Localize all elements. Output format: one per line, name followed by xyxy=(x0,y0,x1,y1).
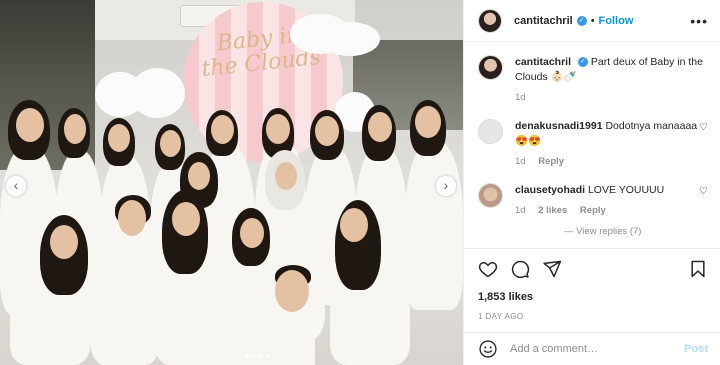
header-username[interactable]: cantitachril xyxy=(514,15,573,27)
post-header: cantitachril ✓ • Follow ••• xyxy=(464,0,720,42)
likes-count[interactable]: 1,853 likes xyxy=(478,291,708,303)
share-icon[interactable] xyxy=(542,259,562,279)
comment-username[interactable]: denakusnadi1991 xyxy=(515,120,603,132)
comments-list[interactable]: cantitachril ✓ Part deux of Baby in the … xyxy=(464,43,720,247)
comment-item: clausetyohadi LOVE YOUUUU 1d 2 likes Rep… xyxy=(478,183,708,218)
heart-icon[interactable]: ♡ xyxy=(699,186,708,197)
avatar[interactable] xyxy=(478,119,503,144)
verified-badge-icon: ✓ xyxy=(576,15,587,26)
carousel-dot-active xyxy=(245,354,249,358)
more-options-icon[interactable]: ••• xyxy=(690,13,708,29)
post-actions: 1,853 likes 1 DAY AGO xyxy=(464,248,720,328)
comment-item: denakusnadi1991 Dodotnya manaaaa😍😍 1d Re… xyxy=(478,119,708,169)
post-comment-button[interactable]: Post xyxy=(684,343,708,355)
group-of-people xyxy=(0,100,463,365)
post-date[interactable]: 1 DAY AGO xyxy=(478,312,708,321)
caption-username[interactable]: cantitachril xyxy=(515,56,571,68)
carousel-dot xyxy=(252,354,256,358)
reply-button[interactable]: Reply xyxy=(538,156,564,167)
heart-icon[interactable]: ♡ xyxy=(699,122,708,133)
comment-text: LOVE YOUUUU xyxy=(587,184,665,196)
comment-input[interactable] xyxy=(510,343,670,355)
avatar[interactable] xyxy=(478,183,503,208)
verified-badge-icon: ✓ xyxy=(577,57,588,68)
follow-button[interactable]: Follow xyxy=(599,15,634,27)
avatar[interactable] xyxy=(478,55,503,80)
comment-username[interactable]: clausetyohadi xyxy=(515,184,585,196)
bookmark-icon[interactable] xyxy=(688,259,708,279)
add-comment-bar: Post xyxy=(464,332,720,365)
post-side-panel: cantitachril ✓ • Follow ••• cantitachril… xyxy=(463,0,720,365)
comment-likes[interactable]: 2 likes xyxy=(538,205,567,216)
heart-icon[interactable] xyxy=(478,259,498,279)
cloud-decoration xyxy=(320,22,380,56)
caption: cantitachril ✓ Part deux of Baby in the … xyxy=(478,55,708,105)
carousel-indicator xyxy=(238,354,270,358)
caption-time[interactable]: 1d xyxy=(515,92,526,103)
reply-button[interactable]: Reply xyxy=(580,205,606,216)
post-photo[interactable]: Baby in the Clouds ‹ › xyxy=(0,0,463,365)
comment-icon[interactable] xyxy=(510,259,530,279)
comment-time[interactable]: 1d xyxy=(515,205,526,216)
chevron-right-icon[interactable]: › xyxy=(436,176,456,196)
carousel-dot xyxy=(266,354,270,358)
emoji-icon[interactable] xyxy=(478,339,498,359)
view-replies-link[interactable]: — View replies (7) xyxy=(478,226,708,237)
header-separator: • xyxy=(590,14,595,27)
avatar[interactable] xyxy=(478,8,502,33)
carousel-dot xyxy=(259,354,263,358)
chevron-left-icon[interactable]: ‹ xyxy=(6,176,26,196)
carousel-dot xyxy=(238,354,242,358)
comment-time[interactable]: 1d xyxy=(515,156,526,167)
